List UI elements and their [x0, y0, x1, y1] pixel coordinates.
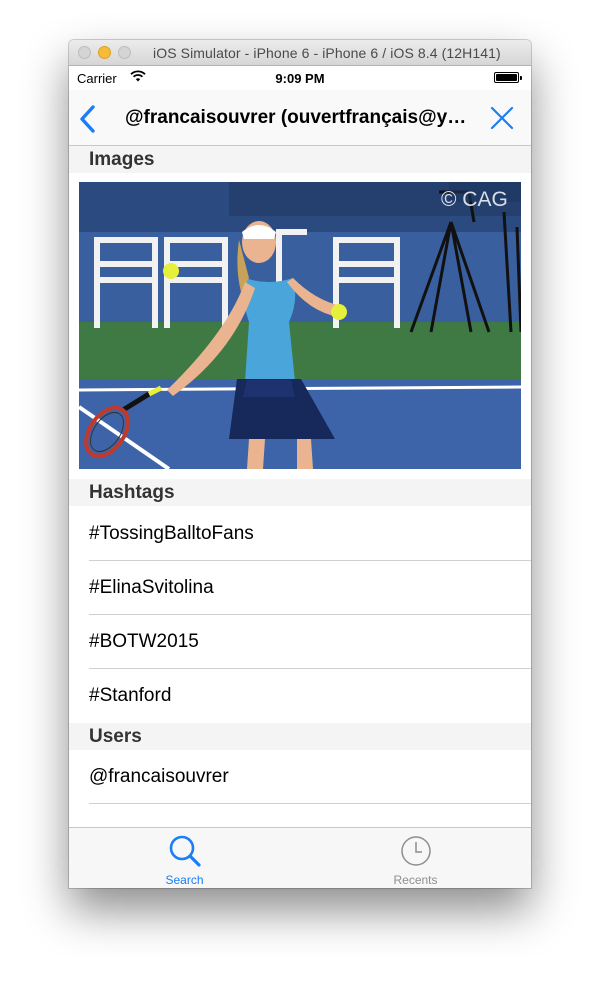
hashtag-label: #Stanford [89, 685, 172, 706]
hashtag-row[interactable]: #ElinaSvitolina [69, 561, 531, 615]
user-row[interactable]: @francaisouvrer [69, 750, 531, 804]
back-chevron-icon[interactable] [78, 104, 100, 134]
section-header-images: Images [69, 146, 531, 173]
user-label: @francaisouvrer [89, 766, 229, 787]
tweet-image[interactable]: © CAG [79, 182, 521, 469]
nav-title: @francaisouvrer (ouvertfrançais@yahoo.fr… [125, 107, 475, 128]
row-separator [89, 803, 531, 804]
window-title: iOS Simulator - iPhone 6 - iPhone 6 / iO… [153, 45, 501, 61]
tab-recents[interactable]: Recents [300, 828, 531, 888]
hashtag-row[interactable]: #TossingBalltoFans [69, 507, 531, 561]
close-icon[interactable] [489, 105, 515, 131]
tab-recents-label: Recents [393, 873, 438, 887]
navigation-bar: @francaisouvrer (ouvertfrançais@yahoo.fr… [69, 90, 531, 146]
battery-icon [494, 72, 522, 83]
status-bar: Carrier 9:09 PM [69, 66, 531, 90]
window-zoom-button[interactable] [118, 46, 131, 59]
tab-search-label: Search [165, 873, 204, 887]
status-time: 9:09 PM [275, 71, 325, 86]
window-titlebar: iOS Simulator - iPhone 6 - iPhone 6 / iO… [69, 40, 531, 66]
device-screen: Carrier 9:09 PM @francaisouvrer (ouvertf… [69, 66, 531, 888]
window-minimize-button[interactable] [98, 46, 111, 59]
hashtag-row[interactable]: #Stanford [69, 669, 531, 723]
search-icon [169, 835, 201, 867]
clock-icon [401, 836, 431, 866]
hashtag-row[interactable]: #BOTW2015 [69, 615, 531, 669]
tab-search[interactable]: Search [69, 828, 300, 888]
section-header-hashtags: Hashtags [69, 479, 531, 506]
hashtag-label: #ElinaSvitolina [89, 577, 214, 598]
simulator-window: iOS Simulator - iPhone 6 - iPhone 6 / iO… [69, 40, 531, 888]
tab-bar: Search Recents [69, 827, 531, 888]
window-close-button[interactable] [78, 46, 91, 59]
image-watermark: © CAG [441, 188, 508, 211]
hashtag-label: #TossingBalltoFans [89, 523, 254, 544]
hashtag-label: #BOTW2015 [89, 631, 199, 652]
section-header-users: Users [69, 723, 531, 750]
